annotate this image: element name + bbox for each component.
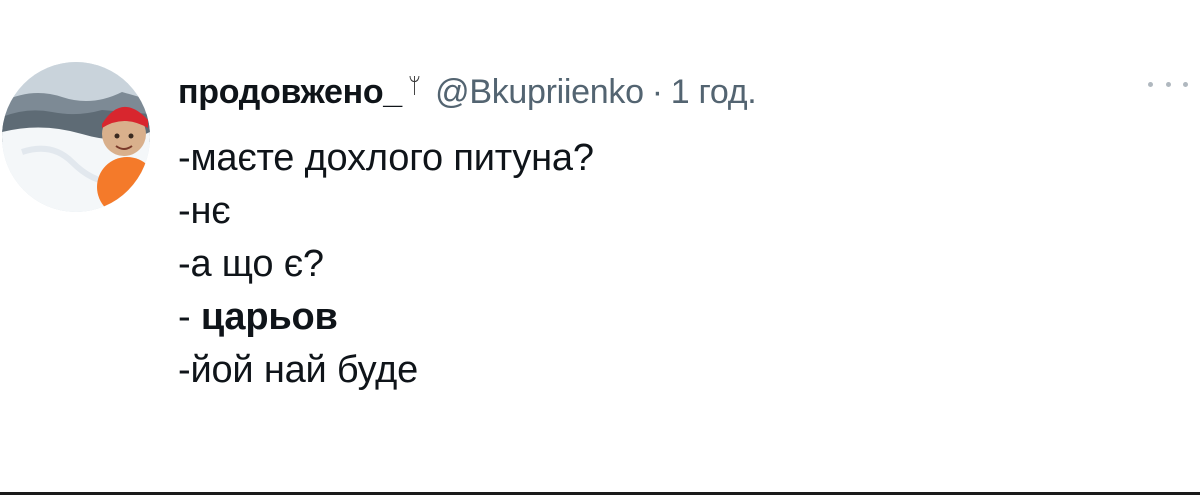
display-name[interactable]: продовжено_ — [178, 73, 402, 112]
tweet-line: -а що є? — [178, 238, 594, 291]
tweet-text: -маєте дохлого питуна? -нє -а що є? - ца… — [178, 132, 594, 397]
avatar[interactable] — [2, 62, 150, 212]
tweet-line: -йой най буде — [178, 344, 594, 397]
name-emoji-icon: ᛘ — [407, 73, 422, 98]
line-prefix: - — [178, 349, 191, 391]
line-prefix: - — [178, 296, 201, 338]
tweet-line: -нє — [178, 185, 594, 238]
line-prefix: - — [178, 243, 191, 285]
ellipsis-icon — [1183, 81, 1188, 87]
avatar-photo-icon — [2, 62, 150, 212]
user-handle[interactable]: @Bkupriienko — [435, 73, 644, 112]
line-text: йой най буде — [190, 349, 419, 391]
line-text-bold: царьов — [200, 296, 338, 338]
tweet-line: - царьов — [178, 291, 594, 344]
line-text: маєте дохлого питуна? — [190, 137, 594, 179]
line-text: нє — [190, 190, 231, 232]
timestamp[interactable]: 1 год. — [671, 73, 757, 112]
tweet-line: -маєте дохлого питуна? — [178, 132, 594, 185]
separator-dot: · — [651, 72, 663, 111]
line-prefix: - — [178, 137, 191, 179]
line-text: а що є? — [190, 243, 324, 285]
tweet-card[interactable]: продовжено_ ᛘ @Bkupriienko · 1 год. -має… — [0, 0, 1200, 495]
tweet-header: продовжено_ ᛘ @Bkupriienko · 1 год. — [178, 70, 757, 114]
ellipsis-icon — [1165, 81, 1171, 87]
more-options-button[interactable] — [1148, 72, 1188, 96]
ellipsis-icon — [1148, 81, 1153, 87]
line-prefix: - — [178, 190, 191, 232]
